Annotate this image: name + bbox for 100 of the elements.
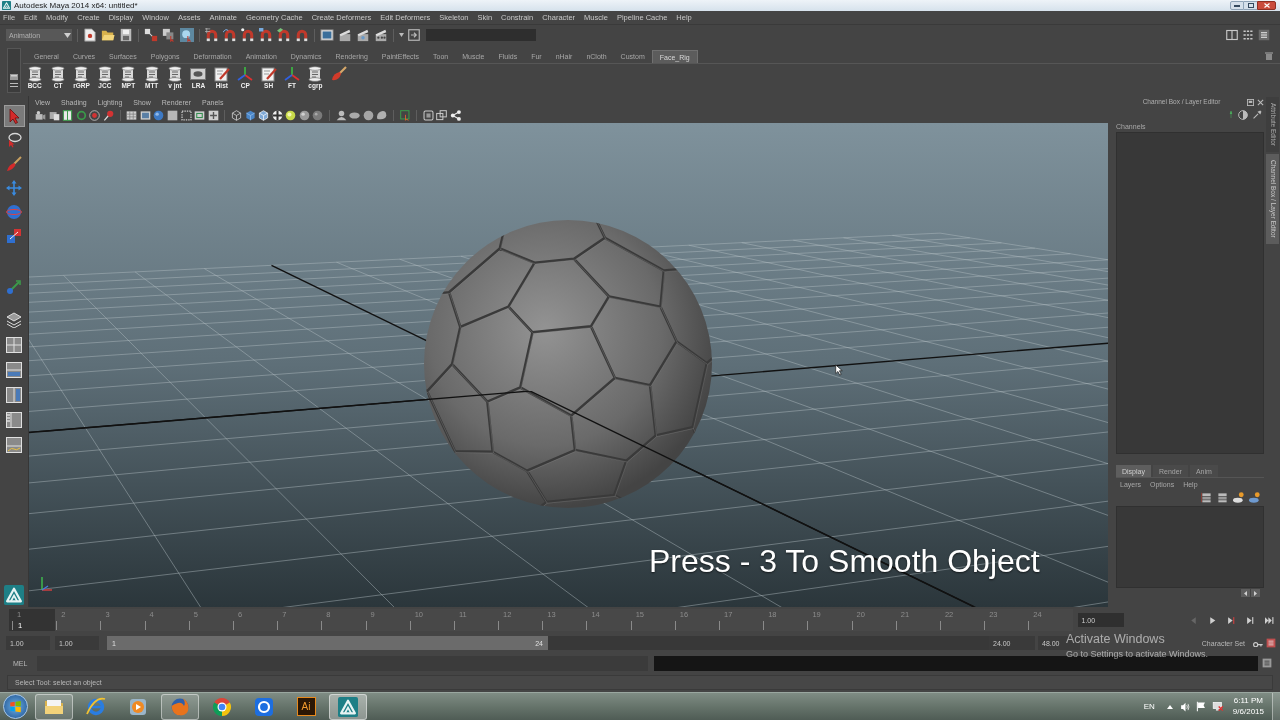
start-button[interactable] [3,694,28,719]
arrow-indicator-icon[interactable] [1229,111,1233,118]
squares-cursor-icon[interactable] [162,28,176,42]
connected-squares-icon[interactable] [144,28,158,42]
pin-icon[interactable] [102,110,114,121]
stacked-pages-icon[interactable] [48,110,60,121]
monitor-icon[interactable] [320,28,334,42]
square-icon[interactable] [166,110,178,121]
layer-stack-icon [6,312,22,328]
taskbar-button[interactable] [35,693,73,720]
trash-icon[interactable] [1265,51,1273,61]
magnet-curve-icon[interactable] [223,28,237,42]
magnet-grid-icon[interactable] [205,28,219,42]
scroll-icon [50,66,67,82]
clock-date[interactable]: 9/6/2015 [1232,708,1264,716]
play-icon[interactable] [1208,615,1217,625]
key-icon[interactable] [1253,639,1263,647]
brush-icon [6,156,22,172]
lined-square-icon[interactable] [1266,638,1276,648]
blob-icon[interactable] [376,110,388,121]
side-by-side-layout-icon [6,387,22,403]
sphere-icon[interactable] [362,110,374,121]
share-nodes-icon[interactable] [450,110,461,121]
disc-icon[interactable] [349,110,361,121]
axis-gizmo-icon [39,575,53,591]
layer-add-icon[interactable] [1233,491,1244,503]
shadow-sphere-icon[interactable] [312,110,324,121]
folder-icon[interactable] [101,28,115,42]
tool-button[interactable] [3,384,25,406]
taskbar-button[interactable] [161,693,199,720]
target-icon[interactable] [89,110,101,121]
caret-icon[interactable] [399,33,404,37]
magnet-leaf-icon[interactable] [277,28,291,42]
magnet-icon[interactable] [295,28,309,42]
clapperboard-dots-icon[interactable] [374,28,388,42]
3d-viewport[interactable]: Press - 3 To Smooth Object [29,123,1108,607]
sphere-icon[interactable] [153,110,165,121]
clapperboard-icon[interactable] [356,28,370,42]
tool-button[interactable] [3,409,25,431]
caret-left-icon [1244,590,1247,596]
tool-button[interactable] [3,334,25,356]
list-box-icon[interactable] [1258,29,1270,41]
grid-icon[interactable] [126,110,138,121]
scroll-icon [307,66,324,82]
minimize-button[interactable] [1230,1,1244,10]
outliner-layout-icon [6,412,22,428]
app-logo-icon[interactable] [4,585,24,605]
close-icon[interactable] [1257,98,1264,106]
half-circle-icon[interactable] [1238,109,1248,120]
scroll-right-button[interactable] [1251,589,1260,597]
two-panel-icon[interactable] [1226,29,1238,41]
layer-stack-icon[interactable] [1201,491,1212,503]
shaded-cube-icon[interactable] [244,110,256,121]
document-icon[interactable] [83,28,97,42]
bust-icon[interactable] [335,110,347,121]
caret-up-icon[interactable] [1166,704,1173,709]
flag-icon[interactable] [1195,701,1207,712]
layer-add-icon[interactable] [1249,491,1260,503]
sphere-cursor-icon[interactable] [180,28,194,42]
arrow-ball-icon [6,279,22,295]
paint-brush-icon [330,66,347,82]
tool-button[interactable] [3,105,25,127]
picture-frame-icon[interactable] [139,110,151,121]
taskbar-button[interactable]: Ai [287,693,325,720]
layer-stack-icon[interactable] [1217,491,1228,503]
scroll-left-button[interactable] [1241,589,1250,597]
overlap-squares-icon[interactable] [436,110,448,121]
wireframe-cube-icon[interactable] [230,110,242,121]
step-forward-icon[interactable] [1246,615,1255,625]
show-desktop-button[interactable] [1272,693,1280,720]
arrow-box-icon[interactable] [408,29,420,41]
step-forward-icon[interactable] [1227,615,1236,625]
taskbar-button[interactable] [329,693,367,720]
clock-time[interactable]: 6:11 PM [1233,697,1264,705]
close-button[interactable] [1257,1,1276,10]
wire-shaded-cube-icon[interactable] [258,110,270,121]
camera-icon[interactable] [35,110,46,121]
book-icon[interactable] [62,110,74,121]
notepad-pencil-icon [213,66,230,82]
frame-icon[interactable] [194,110,206,121]
crosshair-box-icon[interactable] [207,110,219,121]
checker-sphere-icon[interactable] [271,110,283,121]
pin-icon[interactable] [1253,110,1262,119]
nested-squares-icon[interactable] [422,110,434,121]
language-indicator[interactable]: EN [1143,702,1155,711]
maximize-button[interactable] [1244,1,1257,10]
window-icon[interactable] [1247,98,1254,106]
tool-button[interactable] [3,359,25,381]
dotted-grid-icon[interactable] [1242,29,1254,41]
menu-icon[interactable] [10,83,18,87]
magnet-point-icon[interactable] [241,28,255,42]
clapperboard-icon[interactable] [338,28,352,42]
lined-square-icon[interactable] [1262,658,1273,668]
dotted-square-icon[interactable] [180,110,192,121]
skip-to-end-icon[interactable] [1265,615,1274,625]
lit-sphere-icon[interactable] [285,110,297,121]
sphere-icon[interactable] [298,110,310,121]
network-icon[interactable] [1211,701,1224,712]
speaker-icon[interactable] [1179,701,1191,712]
tool-button[interactable] [3,434,25,456]
